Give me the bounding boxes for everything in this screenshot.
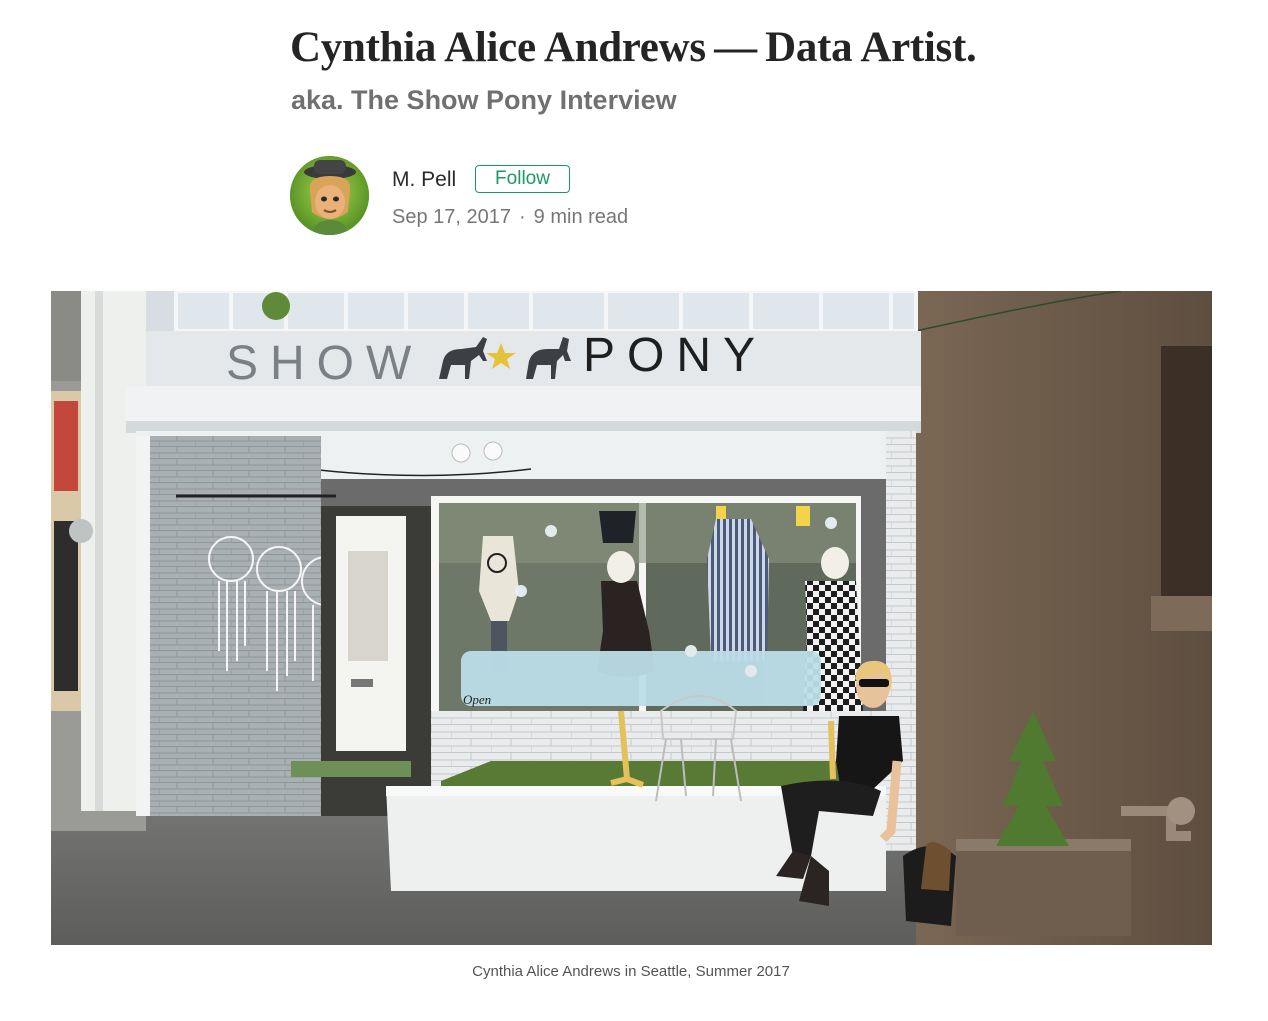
follow-button[interactable]: Follow <box>475 165 570 193</box>
avatar-illustration <box>290 156 369 235</box>
sign-text-pony: PONY <box>583 329 767 382</box>
post-meta: Sep 17, 2017 · 9 min read <box>392 203 628 231</box>
author-name-link[interactable]: M. Pell <box>392 166 456 194</box>
storefront-image: SHOW PONY Open <box>51 291 1212 945</box>
sign-text-show: SHOW <box>226 337 423 390</box>
read-time: 9 min read <box>533 206 629 228</box>
article-title: Cynthia Alice Andrews — Data Artist. <box>290 24 977 71</box>
open-sign: Open <box>463 692 491 707</box>
meta-separator: · <box>519 206 526 228</box>
article-subtitle: aka. The Show Pony Interview <box>291 85 677 115</box>
publish-date[interactable]: Sep 17, 2017 <box>392 206 511 228</box>
hero-photo[interactable]: SHOW PONY Open <box>51 291 1212 945</box>
author-avatar[interactable] <box>290 156 369 235</box>
photo-caption: Cynthia Alice Andrews in Seattle, Summer… <box>472 963 790 980</box>
